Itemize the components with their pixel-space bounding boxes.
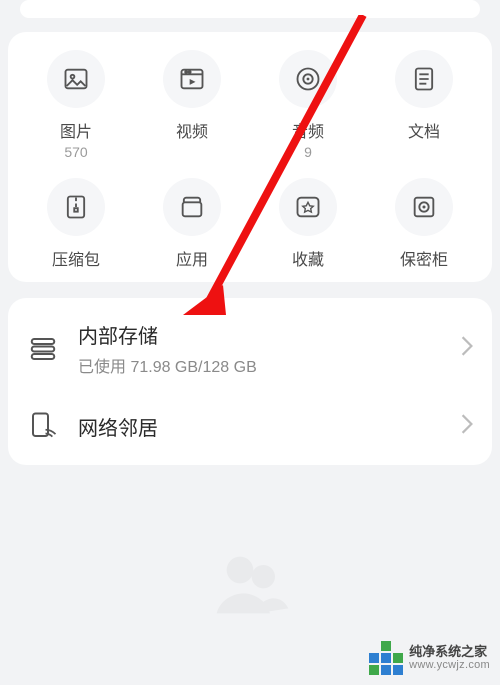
network-icon [26, 409, 60, 443]
watermark: 纯净系统之家 www.ycwjz.com [369, 641, 490, 675]
category-archives[interactable]: 压缩包 [21, 178, 131, 272]
image-icon [47, 50, 105, 108]
ghost-background-icon [210, 540, 290, 625]
network-title: 网络邻居 [78, 412, 460, 441]
chevron-right-icon [460, 335, 474, 362]
category-label: 收藏 [292, 246, 324, 270]
network-neighborhood-item[interactable]: 网络邻居 [8, 393, 492, 459]
category-label: 文档 [408, 118, 440, 142]
watermark-logo-icon [369, 641, 403, 675]
document-icon [395, 50, 453, 108]
category-count: 9 [304, 144, 312, 160]
category-docs[interactable]: 文档 [369, 50, 479, 160]
category-audio[interactable]: 音频 9 [253, 50, 363, 160]
category-vault[interactable]: 保密柜 [369, 178, 479, 272]
category-label: 保密柜 [400, 246, 448, 270]
video-icon [163, 50, 221, 108]
category-apps[interactable]: 应用 [137, 178, 247, 272]
category-label: 应用 [176, 246, 208, 270]
list-body: 内部存储 已使用 71.98 GB/128 GB [78, 320, 460, 377]
chevron-right-icon [460, 413, 474, 440]
storage-icon [26, 332, 60, 366]
category-label: 图片 [60, 118, 92, 142]
category-favorites[interactable]: 收藏 [253, 178, 363, 272]
watermark-name: 纯净系统之家 [409, 644, 490, 660]
internal-storage-item[interactable]: 内部存储 已使用 71.98 GB/128 GB [8, 304, 492, 393]
vault-icon [395, 178, 453, 236]
category-images[interactable]: 图片 570 [21, 50, 131, 160]
watermark-url: www.ycwjz.com [409, 659, 490, 672]
audio-icon [279, 50, 337, 108]
category-label: 音频 [292, 118, 324, 142]
storage-subtitle: 已使用 71.98 GB/128 GB [78, 353, 460, 377]
star-icon [279, 178, 337, 236]
storage-title: 内部存储 [78, 320, 460, 349]
list-body: 网络邻居 [78, 412, 460, 441]
archive-icon [47, 178, 105, 236]
apps-icon [163, 178, 221, 236]
search-bar[interactable] [20, 0, 480, 18]
storage-list-card: 内部存储 已使用 71.98 GB/128 GB 网络邻居 [8, 298, 492, 465]
category-grid: 图片 570 视频 音频 9 文档 [18, 50, 482, 272]
category-label: 压缩包 [52, 246, 100, 270]
category-label: 视频 [176, 118, 208, 142]
category-videos[interactable]: 视频 [137, 50, 247, 160]
category-count: 570 [64, 144, 87, 160]
categories-card: 图片 570 视频 音频 9 文档 [8, 32, 492, 282]
